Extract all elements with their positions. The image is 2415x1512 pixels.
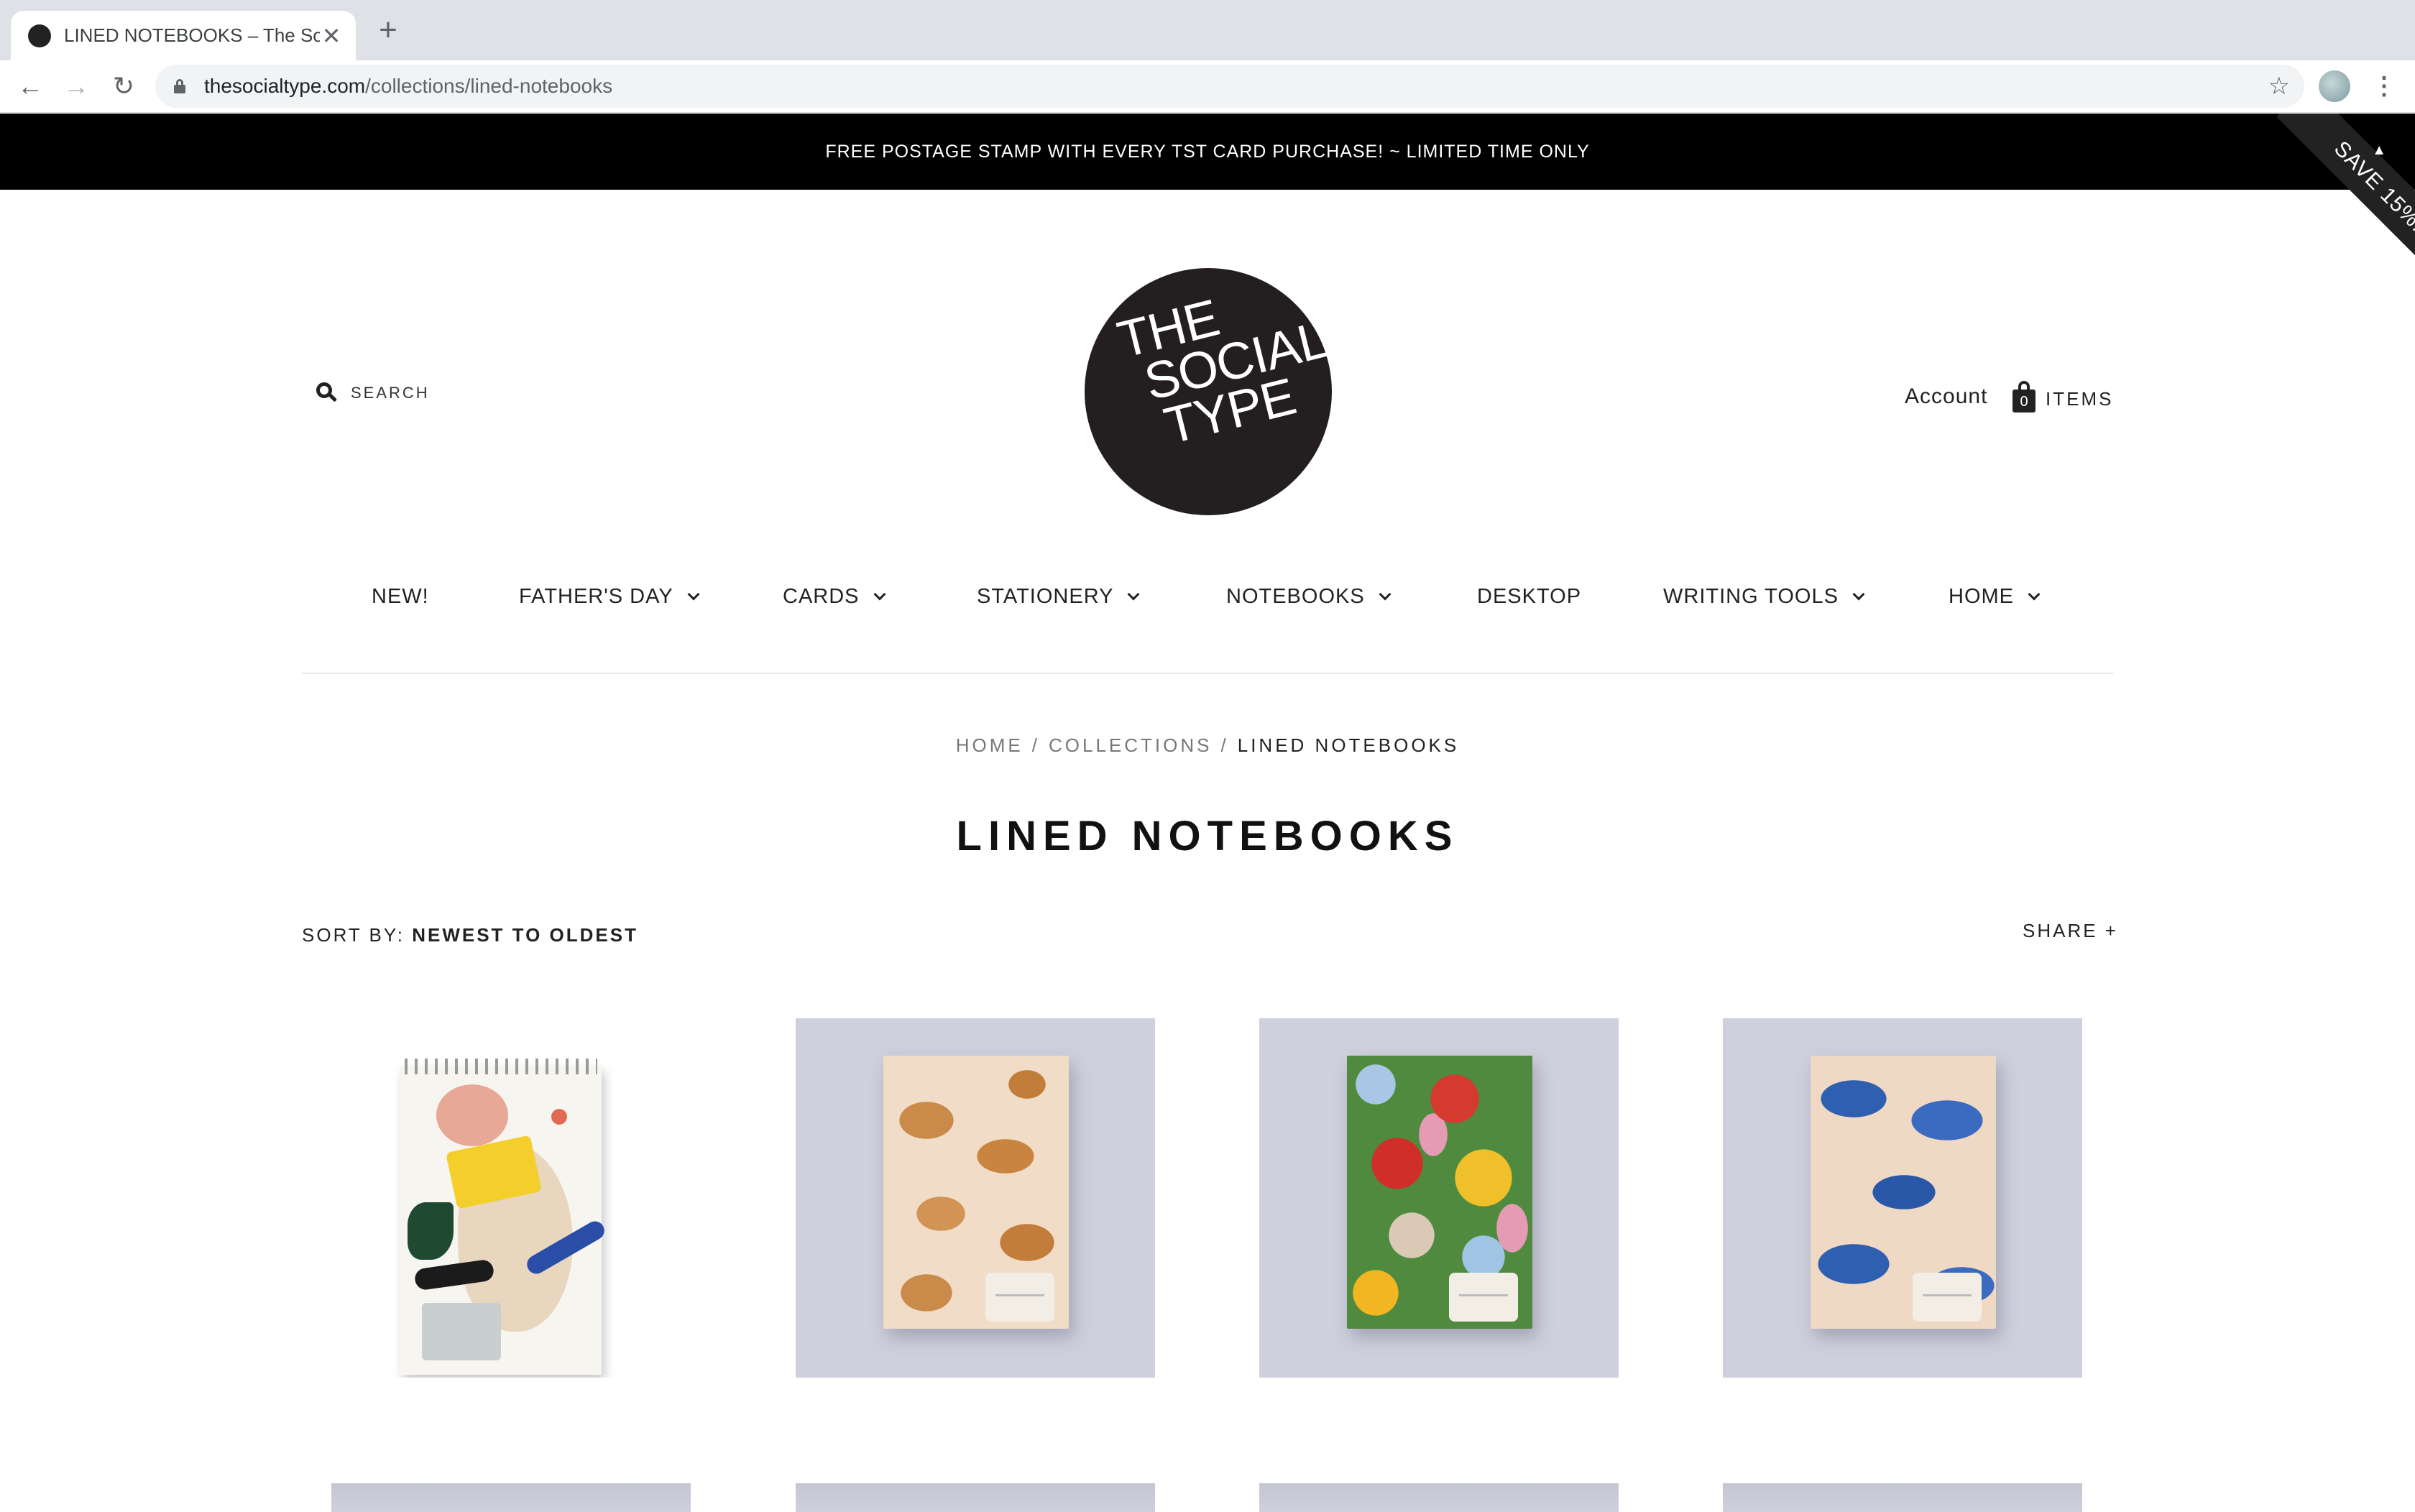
- product-card-row2-1[interactable]: [331, 1483, 691, 1512]
- nav-item-writing-tools[interactable]: WRITING TOOLS: [1663, 582, 1865, 611]
- search-label: SEARCH: [351, 384, 430, 402]
- breadcrumb-current: LINED NOTEBOOKS: [1237, 734, 1460, 756]
- site-favicon-icon: [28, 24, 51, 47]
- nav-item-label: NOTEBOOKS: [1226, 585, 1365, 608]
- sort-value[interactable]: NEWEST TO OLDEST: [412, 924, 638, 946]
- breadcrumb-collections[interactable]: COLLECTIONS: [1049, 734, 1213, 756]
- search-link[interactable]: SEARCH: [316, 382, 430, 404]
- chevron-down-icon: [687, 588, 700, 601]
- page-title: LINED NOTEBOOKS: [956, 813, 1459, 859]
- sort-label: SORT BY:: [302, 924, 405, 946]
- chevron-down-icon: [873, 588, 886, 601]
- cart-bag-icon[interactable]: 0: [2012, 381, 2036, 412]
- bookmark-star-icon[interactable]: ☆: [2268, 65, 2290, 108]
- promo-ribbon-wrapper: SAVE 15%!: [2242, 114, 2415, 279]
- nav-item-label: NEW!: [372, 585, 429, 608]
- tab-title: LINED NOTEBOOKS – The Social Type: [64, 24, 320, 46]
- save-ribbon[interactable]: SAVE 15%!: [2276, 114, 2415, 279]
- notebook-label: [985, 1273, 1054, 1322]
- nav-item-cards[interactable]: CARDS: [783, 582, 886, 611]
- breadcrumb-separator: /: [1031, 734, 1040, 756]
- nav-item-label: FATHER'S DAY: [519, 585, 673, 608]
- notebook-label: [1913, 1273, 1982, 1322]
- back-button[interactable]: ←: [14, 70, 46, 102]
- url-path: /collections/lined-notebooks: [365, 75, 613, 97]
- product-card-floral-notebook[interactable]: [1259, 1018, 1619, 1378]
- main-nav: NEW! FATHER'S DAY CARDS STATIONERY NOTEB…: [0, 582, 2415, 611]
- new-tab-button[interactable]: +: [374, 14, 402, 46]
- nav-item-desktop[interactable]: DESKTOP: [1477, 582, 1581, 611]
- lock-icon[interactable]: [174, 79, 185, 93]
- nav-item-fathers-day[interactable]: FATHER'S DAY: [519, 582, 700, 611]
- nav-item-notebooks[interactable]: NOTEBOOKS: [1226, 582, 1392, 611]
- nav-item-label: CARDS: [783, 585, 860, 608]
- product-card-row2-3[interactable]: [1259, 1483, 1619, 1512]
- ribbon-toggle-icon[interactable]: ▲: [2372, 142, 2386, 159]
- chevron-down-icon: [1379, 588, 1392, 601]
- breadcrumb: HOME / COLLECTIONS / LINED NOTEBOOKS: [0, 734, 2415, 757]
- product-card-row2-4[interactable]: [1723, 1483, 2082, 1512]
- chevron-down-icon: [1852, 588, 1865, 601]
- browser-tab[interactable]: LINED NOTEBOOKS – The Social Type ✕: [11, 11, 356, 60]
- product-card-row2-2[interactable]: [796, 1483, 1155, 1512]
- breadcrumb-home[interactable]: HOME: [956, 734, 1024, 756]
- url-text[interactable]: thesocialtype.com/collections/lined-note…: [204, 65, 612, 108]
- close-tab-icon[interactable]: ✕: [320, 22, 343, 50]
- chevron-down-icon: [2028, 588, 2041, 601]
- nav-item-label: HOME: [1949, 585, 2014, 608]
- nav-item-home[interactable]: HOME: [1949, 582, 2041, 611]
- nav-item-label: STATIONERY: [977, 585, 1114, 608]
- product-image: [400, 1066, 608, 1375]
- nav-item-new[interactable]: NEW!: [372, 582, 429, 611]
- account-link[interactable]: Account: [1905, 384, 1987, 409]
- product-card-dachshund-notebook[interactable]: [796, 1018, 1155, 1378]
- product-card-abstract-notepad[interactable]: [331, 1018, 691, 1378]
- nav-item-stationery[interactable]: STATIONERY: [977, 582, 1140, 611]
- cart-count: 0: [2012, 389, 2036, 412]
- notebook-label: [1449, 1273, 1518, 1322]
- profile-avatar[interactable]: [2319, 70, 2350, 102]
- announcement-bar: FREE POSTAGE STAMP WITH EVERY TST CARD P…: [0, 114, 2415, 190]
- reload-button[interactable]: ↻: [108, 70, 139, 102]
- logo-text: THE SOCIAL TYPE: [1112, 269, 1343, 456]
- chevron-down-icon: [1127, 588, 1140, 601]
- site-logo[interactable]: THE SOCIAL TYPE: [1085, 268, 1333, 515]
- breadcrumb-separator: /: [1220, 734, 1229, 756]
- forward-button[interactable]: →: [60, 70, 92, 102]
- sort-control[interactable]: SORT BY: NEWEST TO OLDEST: [302, 924, 638, 946]
- cart-items-label[interactable]: ITEMS: [2046, 388, 2113, 410]
- share-button[interactable]: SHARE +: [2023, 920, 2118, 942]
- spiral-binding: [405, 1059, 597, 1074]
- browser-tab-bar: LINED NOTEBOOKS – The Social Type ✕ +: [0, 0, 2415, 60]
- url-domain: thesocialtype.com: [204, 75, 366, 97]
- announcement-text: FREE POSTAGE STAMP WITH EVERY TST CARD P…: [825, 142, 1590, 162]
- nav-item-label: DESKTOP: [1477, 585, 1582, 608]
- nav-item-label: WRITING TOOLS: [1663, 585, 1839, 608]
- search-icon: [316, 382, 338, 404]
- header-divider: [302, 673, 2113, 674]
- browser-toolbar: ← → ↻ thesocialtype.com/collections/line…: [0, 60, 2415, 113]
- browser-menu-icon[interactable]: ⋮: [2372, 70, 2396, 102]
- product-card-bird-notebook[interactable]: [1723, 1018, 2082, 1378]
- address-bar[interactable]: thesocialtype.com/collections/lined-note…: [155, 65, 2304, 108]
